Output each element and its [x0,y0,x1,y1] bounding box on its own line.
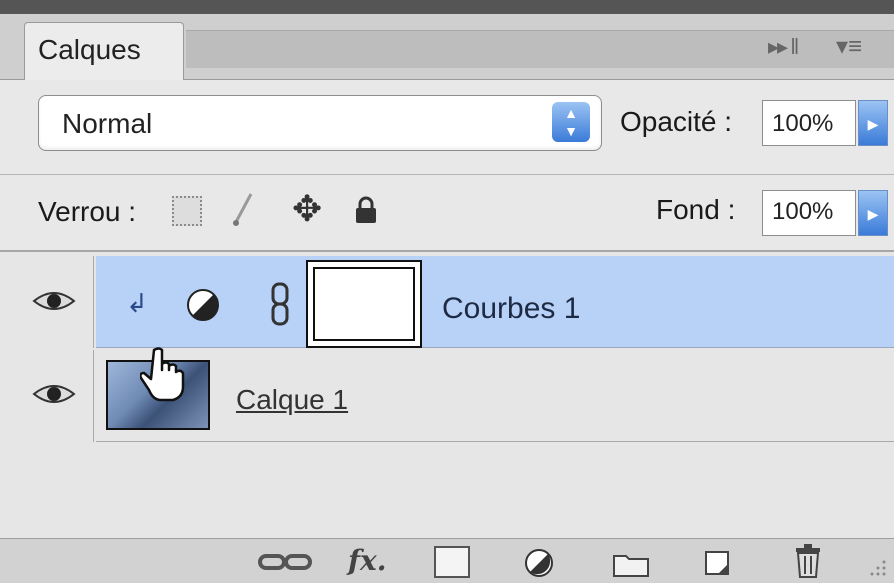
layer-row-calque[interactable] [96,350,894,442]
add-mask-icon[interactable] [434,546,470,578]
fill-arrow-icon[interactable]: ▶ [858,190,888,236]
divider [0,174,894,175]
layers-empty-area [0,444,894,538]
new-group-icon[interactable] [612,550,650,578]
clip-arrow-icon: ↲ [126,288,148,318]
fill-value: 100% [772,198,834,225]
blend-mode-value: Normal [62,108,153,139]
eye-icon[interactable] [32,289,76,313]
new-layer-icon[interactable] [702,548,732,578]
opacity-label: Opacité : [620,106,733,137]
chain-link-icon[interactable] [270,282,290,326]
lock-transparent-icon[interactable] [172,196,202,226]
lock-label: Verrou : [38,196,137,227]
opacity-arrow-icon[interactable]: ▶ [858,100,888,146]
resize-grip-icon[interactable] [868,558,888,578]
opacity-value: 100% [772,110,834,137]
layer-name[interactable]: Courbes 1 [442,292,580,326]
adjustment-icon [187,289,219,321]
blend-mode-arrows-icon[interactable]: ▲ ▼ [552,102,590,142]
new-adjustment-icon[interactable] [524,548,554,578]
link-layers-icon[interactable] [258,544,312,580]
tab-label: Calques [38,34,141,65]
hand-cursor-icon [140,347,185,402]
fill-label: Fond : [656,194,736,225]
panel-menu-icon[interactable]: ▾≡ [836,32,862,61]
window-top-strip [0,0,894,14]
lock-all-icon[interactable] [354,196,378,224]
lock-brush-icon[interactable] [232,192,254,228]
collapse-icon[interactable]: ▸▸ ‖ [768,34,799,60]
eye-icon[interactable] [32,382,76,406]
layer-mask-thumbnail[interactable] [306,260,422,348]
layer-name[interactable]: Calque 1 [236,384,348,416]
trash-icon[interactable] [794,544,822,578]
lock-move-icon[interactable]: ✥ [292,188,322,230]
fx-icon[interactable]: fx. [348,544,387,580]
